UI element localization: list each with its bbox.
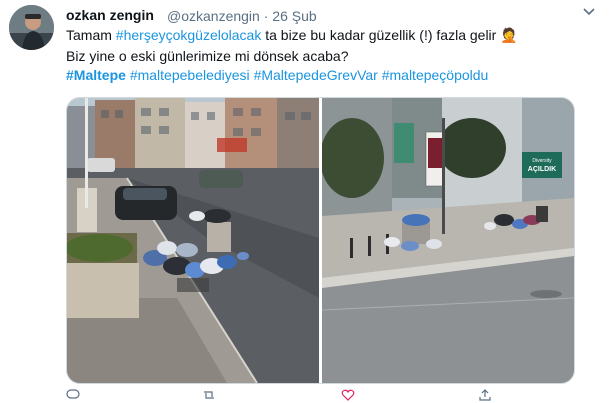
share-icon[interactable]	[478, 389, 492, 401]
facepalm-emoji-icon: 🤦	[500, 27, 518, 43]
hashtag-link[interactable]: #herşeyçokgüzelolacak	[116, 27, 262, 43]
reply-icon[interactable]	[66, 389, 80, 401]
hashtag-row: #Maltepe #maltepebelediyesi #MaltepedeGr…	[66, 67, 488, 83]
chevron-down-icon[interactable]	[582, 4, 596, 21]
hashtag-link[interactable]: #maltepebelediyesi	[130, 67, 250, 83]
tweet-text-line-2: Biz yine o eski günlerimize mi dönsek ac…	[66, 48, 349, 64]
hashtag-link[interactable]: #maltepeçöpoldu	[382, 67, 489, 83]
hashtag-link[interactable]: #Maltepe	[66, 67, 126, 83]
billboard-sub-text: Diversity	[532, 158, 552, 164]
user-handle[interactable]: @ozkanzengin · 26 Şub	[167, 8, 317, 24]
handle-text[interactable]: @ozkanzengin	[167, 8, 260, 24]
tweet-date[interactable]: 26 Şub	[272, 8, 316, 24]
photo-road-litter[interactable]: Diversity AÇILDIK	[322, 98, 574, 383]
tweet-actions	[66, 389, 566, 401]
separator-dot: ·	[263, 8, 269, 24]
text-segment: Tamam	[66, 27, 116, 43]
tweet-text-line-1: Tamam #herşeyçokgüzelolacak ta bize bu k…	[66, 27, 518, 44]
billboard-text: AÇILDIK	[528, 166, 556, 173]
retweet-icon[interactable]	[202, 389, 216, 401]
like-icon[interactable]	[341, 389, 355, 401]
hashtag-link[interactable]: #MaltepedeGrevVar	[254, 67, 378, 83]
text-segment: ta bize bu kadar güzellik (!) fazla geli…	[261, 27, 497, 43]
avatar[interactable]	[9, 5, 54, 50]
display-name[interactable]: ozkan zengin	[66, 7, 154, 23]
media-grid: Diversity AÇILDIK	[66, 97, 575, 384]
tweet[interactable]: ozkan zengin @ozkanzengin · 26 Şub Tamam…	[0, 0, 610, 401]
photo-street-garbage[interactable]	[67, 98, 319, 383]
